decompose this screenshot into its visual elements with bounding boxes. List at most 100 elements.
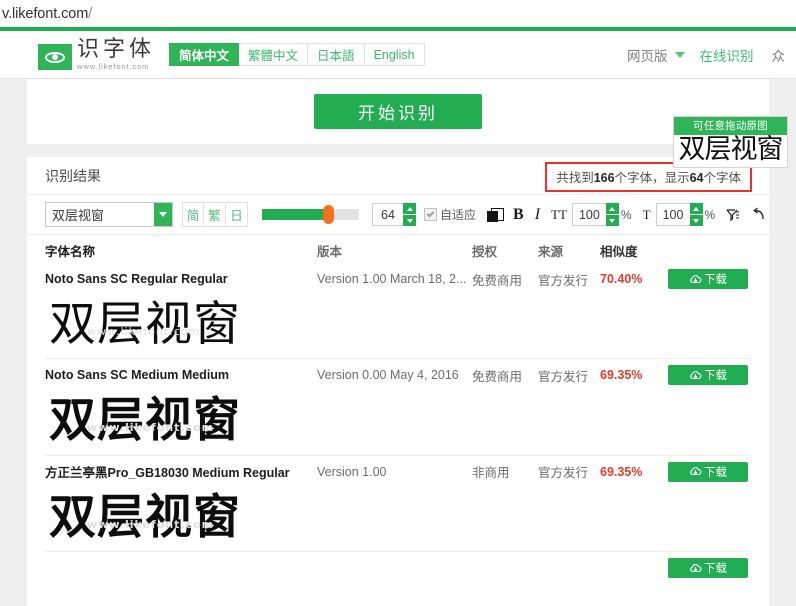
font-size-slider[interactable] [262, 209, 359, 220]
font-size-stepper[interactable]: 64 [372, 203, 416, 226]
eye-logo-icon [38, 44, 72, 70]
count-shown: 64 [690, 171, 704, 185]
download-button[interactable]: 下载 [668, 558, 748, 578]
nav-web-version[interactable]: 网页版 [618, 45, 677, 65]
font-sample-preview: 双层视窗 www.likefont.com [45, 486, 751, 551]
italic-button[interactable]: I [535, 206, 540, 224]
table-row: 方正兰亭黑Pro_GB18030 Medium Regular Version … [45, 458, 751, 554]
script-traditional-button[interactable]: 繁 [204, 202, 226, 227]
download-button[interactable]: 下载 [668, 365, 748, 385]
vertical-scale-icon[interactable]: T [643, 207, 651, 223]
tab-simplified-chinese[interactable]: 简体中文 [169, 43, 239, 66]
cloud-download-icon [689, 370, 702, 381]
font-source: 官方发行 [538, 366, 600, 385]
tab-english[interactable]: English [365, 43, 425, 66]
horizontal-scale-value: 100 [572, 203, 606, 226]
font-name: Noto Sans SC Medium Medium [45, 368, 317, 382]
vscale-down-icon[interactable] [690, 215, 703, 226]
download-label: 下载 [704, 560, 727, 576]
tab-traditional-chinese[interactable]: 繁體中文 [239, 43, 308, 66]
table-header-row: 字体名称 版本 授权 来源 相似度 [45, 235, 751, 265]
font-source: 官方发行 [538, 462, 600, 481]
download-label: 下载 [704, 271, 727, 287]
font-sample-text: 双层视窗 [49, 490, 241, 545]
site-logo[interactable]: 识字体 www.likefont.com [38, 39, 155, 71]
nav-crowd-truncated[interactable]: 众 [763, 45, 795, 65]
font-version: Version 1.00 [317, 465, 472, 479]
filter-icon[interactable] [726, 208, 740, 222]
horizontal-scale-unit: % [621, 208, 632, 222]
download-label: 下载 [704, 464, 727, 480]
site-header: 识字体 www.likefont.com 简体中文 繁體中文 日本語 Engli… [0, 31, 796, 79]
download-button[interactable]: 下载 [668, 462, 748, 482]
results-header: 识别结果 共找到166个字体，显示64个字体 [27, 157, 769, 195]
font-sample-text: 双层视窗 [49, 297, 241, 352]
autofit-label: 自适应 [440, 206, 476, 223]
header-source: 来源 [538, 241, 600, 260]
start-recognition-button[interactable]: 开始识别 [314, 94, 482, 129]
hscale-up-icon[interactable] [606, 203, 619, 215]
header-license: 授权 [472, 241, 538, 260]
url-slash: / [88, 6, 92, 22]
results-title: 识别结果 [45, 166, 101, 186]
preview-toolbar: 双层视窗 简 繁 日 64 [27, 195, 769, 235]
row-divider [45, 455, 751, 456]
table-row-meta: 下载 [45, 554, 751, 580]
stepper-down-icon[interactable] [403, 215, 416, 226]
vertical-scale-value: 100 [656, 203, 690, 226]
slider-handle[interactable] [323, 205, 334, 224]
cloud-download-icon [689, 466, 702, 477]
table-row-meta: Noto Sans SC Medium Medium Version 0.00 … [45, 361, 751, 389]
row-divider [45, 358, 751, 359]
font-license: 免费商用 [472, 270, 538, 289]
hscale-down-icon[interactable] [606, 215, 619, 226]
tab-japanese[interactable]: 日本語 [308, 43, 365, 66]
header-nav-right: 网页版 在线识别 众 [618, 31, 796, 78]
horizontal-scale-stepper[interactable]: 100 [572, 203, 619, 226]
bold-button[interactable]: B [513, 206, 524, 224]
stepper-up-icon[interactable] [403, 203, 416, 215]
results-table: 字体名称 版本 授权 来源 相似度 Noto Sans SC Regular R… [27, 235, 769, 580]
count-prefix: 共找到 [556, 171, 594, 185]
script-simplified-button[interactable]: 简 [182, 202, 204, 227]
font-license: 免费商用 [472, 366, 538, 385]
row-divider [45, 551, 751, 552]
font-sample-preview: 双层视窗 www.likefont.com [45, 389, 751, 454]
horizontal-scale-icon[interactable]: TT [551, 207, 567, 223]
logo-url: www.likefont.com [77, 63, 155, 71]
draggable-image-preview[interactable]: 可任意拖动原图 双层视窗 [673, 116, 788, 168]
dropdown-arrow-icon[interactable] [154, 203, 172, 226]
vertical-scale-stepper[interactable]: 100 [656, 203, 703, 226]
font-similarity: 69.35% [600, 368, 668, 382]
cloud-download-icon [689, 563, 702, 574]
vscale-up-icon[interactable] [690, 203, 703, 215]
preview-image-text: 双层视窗 [674, 135, 787, 167]
table-row-partial: 下载 [45, 554, 751, 580]
download-label: 下载 [704, 367, 727, 383]
results-card: 识别结果 共找到166个字体，显示64个字体 双层视窗 简 繁 日 [27, 157, 769, 588]
font-similarity: 70.40% [600, 272, 668, 286]
content-column: 开始识别 识别结果 共找到166个字体，显示64个字体 双层视窗 简 繁 [27, 79, 769, 606]
script-japanese-button[interactable]: 日 [226, 202, 248, 227]
font-sample-preview: 双层视窗 www.likefont.com [45, 293, 751, 358]
checkbox-checked-icon [424, 208, 437, 221]
sample-text-input[interactable]: 双层视窗 [45, 202, 173, 227]
font-name: Noto Sans SC Regular Regular [45, 272, 317, 286]
download-button[interactable]: 下载 [668, 269, 748, 289]
script-toggle-group: 简 繁 日 [182, 202, 248, 227]
table-row-meta: Noto Sans SC Regular Regular Version 1.0… [45, 265, 751, 293]
invert-color-icon[interactable] [487, 208, 502, 222]
header-version: 版本 [317, 241, 472, 260]
autofit-checkbox[interactable]: 自适应 [424, 206, 476, 223]
table-row: Noto Sans SC Medium Medium Version 0.00 … [45, 361, 751, 457]
vertical-scale-unit: % [705, 208, 716, 222]
browser-url-bar[interactable]: v.likefont.com/ [0, 0, 796, 27]
section-gap [27, 144, 769, 157]
nav-online-recognize[interactable]: 在线识别 [691, 45, 763, 65]
undo-icon[interactable] [751, 207, 766, 222]
recognize-panel: 开始识别 [27, 79, 769, 144]
language-tabs: 简体中文 繁體中文 日本語 English [169, 43, 425, 66]
chevron-down-icon[interactable] [675, 52, 685, 58]
logo-title: 识字体 [77, 39, 155, 61]
header-similarity: 相似度 [600, 241, 668, 260]
